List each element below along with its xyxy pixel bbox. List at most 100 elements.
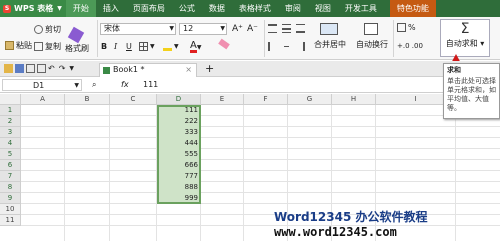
align-left-button[interactable] xyxy=(268,42,279,51)
row-header-7[interactable]: 7 xyxy=(0,171,21,182)
cell-d5[interactable]: 555 xyxy=(157,149,201,160)
menu-start[interactable]: 开始 xyxy=(65,0,96,17)
book-tab-label: Book1 * xyxy=(113,65,145,74)
zoom-icon[interactable]: ⌕ xyxy=(92,80,96,90)
cut-button[interactable]: 剪切 xyxy=(34,24,61,35)
copy-button[interactable]: 复制 xyxy=(34,41,61,52)
row-header-2[interactable]: 2 xyxy=(0,116,21,127)
formula-bar: D1 ▼ ⌕ fx 111 xyxy=(0,78,500,93)
menu-insert[interactable]: 插入 xyxy=(96,0,126,17)
font-color-button[interactable]: A ▼ xyxy=(190,41,201,53)
undo-icon[interactable]: ↶ xyxy=(48,64,55,73)
shrink-font-button[interactable]: A⁻ xyxy=(247,24,258,34)
menu-review[interactable]: 审阅 xyxy=(278,0,308,17)
grow-font-button[interactable]: A⁺ xyxy=(232,24,243,34)
select-all-corner[interactable] xyxy=(0,94,21,105)
print-preview-icon[interactable] xyxy=(37,64,46,73)
column-header-b[interactable]: B xyxy=(65,94,110,105)
row-gridline xyxy=(21,192,500,193)
row-header-9[interactable]: 9 xyxy=(0,193,21,204)
watermark-brand: Word12345 办公软件教程 xyxy=(274,210,428,224)
menu-data[interactable]: 数据 xyxy=(202,0,232,17)
row-header-8[interactable]: 8 xyxy=(0,182,21,193)
column-header-e[interactable]: E xyxy=(201,94,244,105)
align-top-button[interactable] xyxy=(268,24,279,33)
align-right-button[interactable] xyxy=(296,42,307,51)
tab-book1[interactable]: Book1 * × xyxy=(99,63,197,77)
menu-table-style[interactable]: 表格样式 xyxy=(232,0,278,17)
column-header-f[interactable]: F xyxy=(244,94,288,105)
row-header-4[interactable]: 4 xyxy=(0,138,21,149)
column-header-g[interactable]: G xyxy=(288,94,332,105)
app-menu-button[interactable]: S WPS 表格 ▼ xyxy=(0,0,66,17)
menu-formulas[interactable]: 公式 xyxy=(172,0,202,17)
font-name-select[interactable]: 宋体 ▼ xyxy=(100,23,176,35)
column-header-a[interactable]: A xyxy=(21,94,65,105)
copy-icon xyxy=(34,42,43,51)
paste-icon xyxy=(5,41,14,50)
cell-d9[interactable]: 999 xyxy=(157,193,201,204)
cell-d6[interactable]: 666 xyxy=(157,160,201,171)
format-painter-button[interactable]: 格式刷 xyxy=(65,26,89,54)
font-size-select[interactable]: 12 ▼ xyxy=(179,23,227,35)
menu-view[interactable]: 视图 xyxy=(308,0,338,17)
close-icon[interactable]: × xyxy=(185,64,192,76)
merge-center-button[interactable]: 合并居中 xyxy=(314,23,346,50)
row-header-3[interactable]: 3 xyxy=(0,127,21,138)
row-header-5[interactable]: 5 xyxy=(0,149,21,160)
decimal-buttons[interactable]: +.0 .00 xyxy=(397,42,423,50)
cut-label: 剪切 xyxy=(45,25,61,34)
percent-label: % xyxy=(408,23,416,32)
chevron-down-icon: ▼ xyxy=(57,5,62,12)
chevron-down-icon: ▼ xyxy=(220,25,225,32)
menu-page-layout[interactable]: 页面布局 xyxy=(126,0,172,17)
row-header-1[interactable]: 1 xyxy=(0,105,21,116)
align-bottom-button[interactable] xyxy=(296,24,307,33)
autosum-tooltip: 求和 单击此处可选择单元格求和，如平均值、大值等。 xyxy=(443,63,500,119)
print-icon[interactable] xyxy=(26,64,35,73)
menu-bar: S WPS 表格 ▼ 开始 插入 页面布局 公式 数据 表格样式 审阅 视图 开… xyxy=(0,0,500,17)
borders-button[interactable]: ▼ xyxy=(139,42,155,51)
save-icon[interactable] xyxy=(15,64,24,73)
autosum-button[interactable]: Σ 自动求和 ▾ xyxy=(440,19,490,57)
row-header-10[interactable]: 10 xyxy=(0,204,21,215)
column-header-h[interactable]: H xyxy=(332,94,376,105)
cell-d7[interactable]: 777 xyxy=(157,171,201,182)
underline-button[interactable]: U xyxy=(126,42,132,51)
name-box[interactable]: D1 ▼ xyxy=(2,79,82,91)
row-header-11[interactable]: 11 xyxy=(0,215,21,226)
formula-input[interactable]: 111 xyxy=(143,80,158,89)
italic-button[interactable]: I xyxy=(114,42,117,51)
paste-button[interactable]: 粘贴 xyxy=(5,40,32,51)
cell-d2[interactable]: 222 xyxy=(157,116,201,127)
row-header-6[interactable]: 6 xyxy=(0,160,21,171)
fill-color-button[interactable]: ▼ xyxy=(163,42,179,51)
menu-special-features[interactable]: 特色功能 xyxy=(389,0,436,17)
open-folder-icon[interactable] xyxy=(4,64,13,73)
cell-d1[interactable]: 111 xyxy=(157,105,201,116)
fx-button[interactable]: fx xyxy=(121,80,129,89)
redo-icon[interactable]: ↷ xyxy=(59,64,66,73)
row-gridline xyxy=(21,203,500,204)
align-middle-button[interactable] xyxy=(282,24,293,33)
eraser-icon xyxy=(218,38,230,50)
cell-d3[interactable]: 333 xyxy=(157,127,201,138)
cell-d8[interactable]: 888 xyxy=(157,182,201,193)
bold-button[interactable]: B xyxy=(101,42,107,51)
chevron-down-icon: ▼ xyxy=(74,81,79,89)
column-gridline xyxy=(64,105,65,241)
wrap-text-button[interactable]: 自动换行 xyxy=(356,23,388,50)
clear-format-button[interactable] xyxy=(218,38,231,50)
chevron-down-icon[interactable]: ▼ xyxy=(69,65,74,72)
cell-d4[interactable]: 444 xyxy=(157,138,201,149)
cell-reference: D1 xyxy=(33,80,45,90)
column-header-d[interactable]: D xyxy=(157,94,201,105)
column-header-c[interactable]: C xyxy=(110,94,157,105)
number-format-button[interactable]: % xyxy=(397,23,416,32)
new-tab-button[interactable]: + xyxy=(205,62,214,75)
brush-icon xyxy=(67,26,85,44)
menu-developer[interactable]: 开发工具 xyxy=(338,0,384,17)
align-center-button[interactable] xyxy=(282,42,293,51)
wrap-text-label: 自动换行 xyxy=(356,40,388,49)
merge-center-label: 合并居中 xyxy=(314,40,346,49)
